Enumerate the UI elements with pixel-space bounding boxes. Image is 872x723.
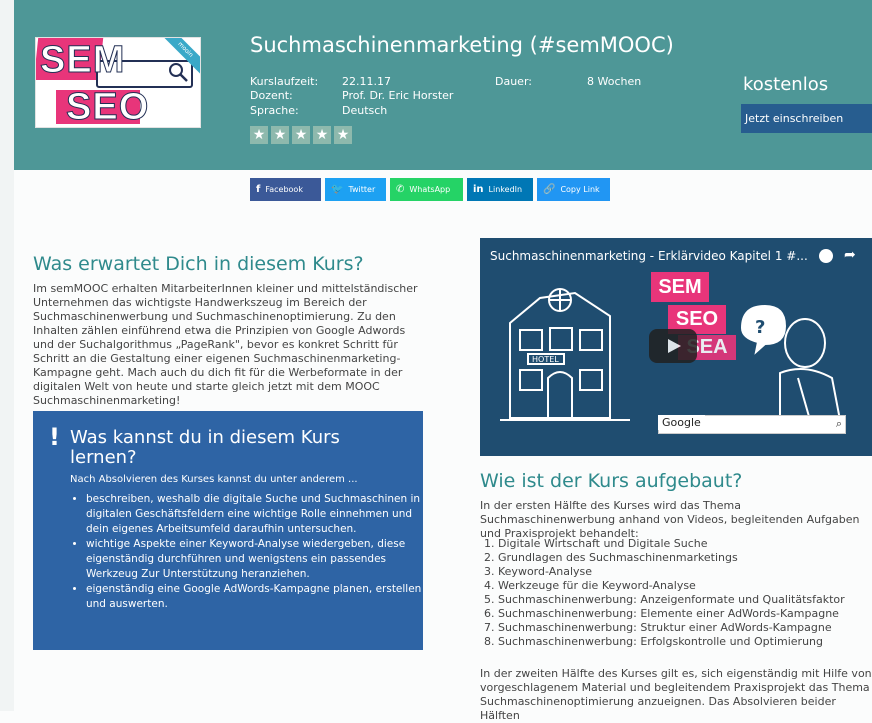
video-sem-label: SEM [651,272,709,302]
video-title[interactable]: Suchmaschinenmarketing - Erklärvideo Kap… [490,249,808,263]
page-left-border [0,0,14,711]
list-item: eigenständig eine Google AdWords-Kampagn… [86,582,426,612]
whatsapp-icon: ✆ [396,184,405,195]
share-label: LinkedIn [488,185,523,194]
share-linkedin-button[interactable]: in LinkedIn [467,178,533,201]
magnifier-icon [169,63,188,82]
logo-seo-text: SEO [65,86,150,128]
learn-list: beschreiben, weshalb die digitale Suche … [70,492,426,612]
runtime-label: Kurslaufzeit: [250,75,319,88]
share-facebook-button[interactable]: f Facebook [250,178,321,201]
list-item: beschreiben, weshalb die digitale Suche … [86,492,426,537]
list-item: Digitale Wirtschaft und Digitale Suche [498,537,872,551]
learn-lead: Nach Absolvieren des Kurses kannst du un… [70,474,358,485]
intro-text: Im semMOOC erhalten MitarbeiterInnen kle… [33,282,418,407]
share-label: Copy Link [560,185,600,194]
list-item: Grundlagen des Suchmaschinenmarketings [498,551,872,565]
structure-intro: In der ersten Hälfte des Kurses wird das… [480,499,860,540]
exclamation-icon: ! [49,423,60,451]
video-player[interactable]: HOTEL ? Suchmaschinenmarketing - Erklärv… [480,238,872,456]
list-item: Keyword-Analyse [498,565,872,579]
share-label: WhatsApp [409,185,451,194]
facebook-icon: f [256,184,261,195]
learn-box: ! Was kannst du in diesem Kurs lernen? N… [33,411,423,650]
star-icon: ★ [313,126,331,144]
rating-stars: ★ ★ ★ ★ ★ [250,126,352,144]
duration-value: 8 Wochen [587,75,642,88]
section-heading-structure: Wie ist der Kurs aufgebaut? [480,470,743,492]
star-icon: ★ [250,126,268,144]
course-logo: SEM SEO mooin [35,37,201,128]
star-icon: ★ [271,126,289,144]
list-item: Suchmaschinenwerbung: Anzeigenformate un… [498,593,872,607]
hotel-sign-text: HOTEL [532,355,559,364]
chapter-list: Digitale Wirtschaft und Digitale Suche G… [480,537,872,649]
play-button[interactable] [649,329,697,363]
clock-icon[interactable] [819,249,833,263]
magnifier-icon: ⌕ [835,417,842,430]
duration-label: Dauer: [495,75,532,88]
share-twitter-button[interactable]: 🐦 Twitter [325,178,386,201]
logo-sem-text: SEM [39,39,126,82]
question-icon: ? [755,317,765,338]
structure-outro: In der zweiten Hälfte des Kurses gilt es… [480,667,872,722]
enroll-button[interactable]: Jetzt einschreiben [741,104,872,133]
lecturer-value: Prof. Dr. Eric Horster [342,89,454,102]
star-icon: ★ [334,126,352,144]
linkedin-icon: in [473,184,484,195]
list-item: Werkzeuge für die Keyword-Analyse [498,579,872,593]
list-item: Suchmaschinenwerbung: Elemente einer AdW… [498,607,872,621]
language-value: Deutsch [342,104,388,117]
learn-heading: Was kannst du in diesem Kurs lernen? [70,427,340,468]
lecturer-label: Dozent: [250,89,293,102]
share-copy-link-button[interactable]: 🔗 Copy Link [537,178,610,201]
google-logo-text: Google [658,415,705,430]
share-label: Facebook [265,185,303,194]
list-item: Suchmaschinenwerbung: Struktur einer AdW… [498,621,872,635]
runtime-value: 22.11.17 [342,75,391,88]
share-arrow-icon[interactable]: ➦ [844,247,856,263]
share-whatsapp-button[interactable]: ✆ WhatsApp [390,178,463,201]
section-heading-expect: Was erwartet Dich in diesem Kurs? [33,253,364,275]
course-title: Suchmaschinenmarketing (#semMOOC) [250,33,674,57]
list-item: Suchmaschinenwerbung: Erfolgskontrolle u… [498,635,872,649]
price-label: kostenlos [743,74,829,95]
star-icon: ★ [292,126,310,144]
google-search-bar: Google ⌕ [658,415,846,434]
share-label: Twitter [348,185,376,194]
link-icon: 🔗 [543,184,556,195]
list-item: wichtige Aspekte einer Keyword-Analyse w… [86,537,426,582]
language-label: Sprache: [250,104,299,117]
twitter-icon: 🐦 [331,184,344,195]
